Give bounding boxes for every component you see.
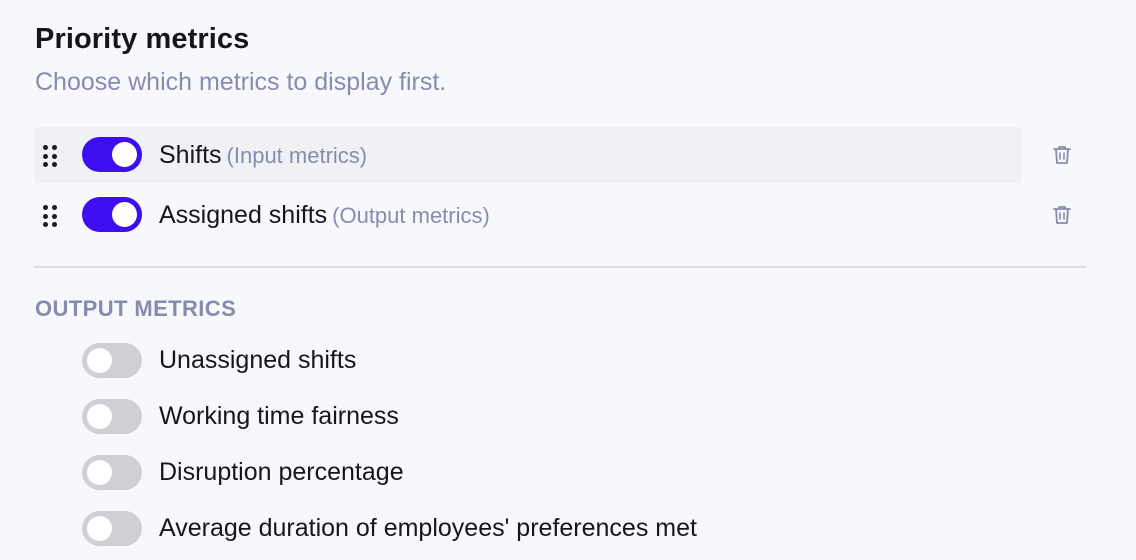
priority-row-shifts: Shifts (Input metrics) <box>34 127 1071 183</box>
metric-name: Disruption percentage <box>159 458 404 486</box>
metric-row-disruption-percentage: Disruption percentage <box>34 449 1022 497</box>
toggle-knob <box>87 516 112 541</box>
metric-name: Average duration of employees' preferenc… <box>159 514 697 542</box>
toggle-knob <box>112 142 137 167</box>
disruption-percentage-toggle[interactable] <box>82 455 142 490</box>
average-duration-preferences-toggle[interactable] <box>82 511 142 546</box>
toggle-knob <box>87 460 112 485</box>
priority-metrics-panel: Priority metrics Choose which metrics to… <box>0 0 1136 560</box>
drag-handle-icon[interactable] <box>43 205 57 227</box>
assigned-shifts-toggle[interactable] <box>82 197 142 232</box>
page-title: Priority metrics <box>35 23 250 55</box>
priority-item-label: Assigned shifts (Output metrics) <box>159 198 490 233</box>
toggle-knob <box>87 348 112 373</box>
toggle-knob <box>87 404 112 429</box>
working-time-fairness-toggle[interactable] <box>82 399 142 434</box>
metric-row-average-duration-preferences: Average duration of employees' preferenc… <box>34 505 1022 553</box>
metric-category: (Input metrics) <box>226 143 368 168</box>
metric-row-unassigned-shifts: Unassigned shifts <box>34 337 1022 385</box>
trash-icon[interactable] <box>1052 144 1072 166</box>
drag-handle-icon[interactable] <box>43 145 57 167</box>
trash-icon[interactable] <box>1052 204 1072 226</box>
priority-item-label: Shifts (Input metrics) <box>159 138 367 173</box>
page-subtitle: Choose which metrics to display first. <box>35 68 447 96</box>
toggle-knob <box>112 202 137 227</box>
section-divider <box>34 266 1086 268</box>
metric-name: Shifts <box>159 141 222 169</box>
priority-row-assigned-shifts: Assigned shifts (Output metrics) <box>34 187 1071 243</box>
metric-category: (Output metrics) <box>332 203 490 228</box>
metric-row-working-time-fairness: Working time fairness <box>34 393 1022 441</box>
output-metrics-heading: OUTPUT METRICS <box>35 296 237 321</box>
metric-name: Assigned shifts <box>159 201 328 229</box>
shifts-toggle[interactable] <box>82 137 142 172</box>
metric-name: Unassigned shifts <box>159 346 357 374</box>
metric-name: Working time fairness <box>159 402 399 430</box>
unassigned-shifts-toggle[interactable] <box>82 343 142 378</box>
